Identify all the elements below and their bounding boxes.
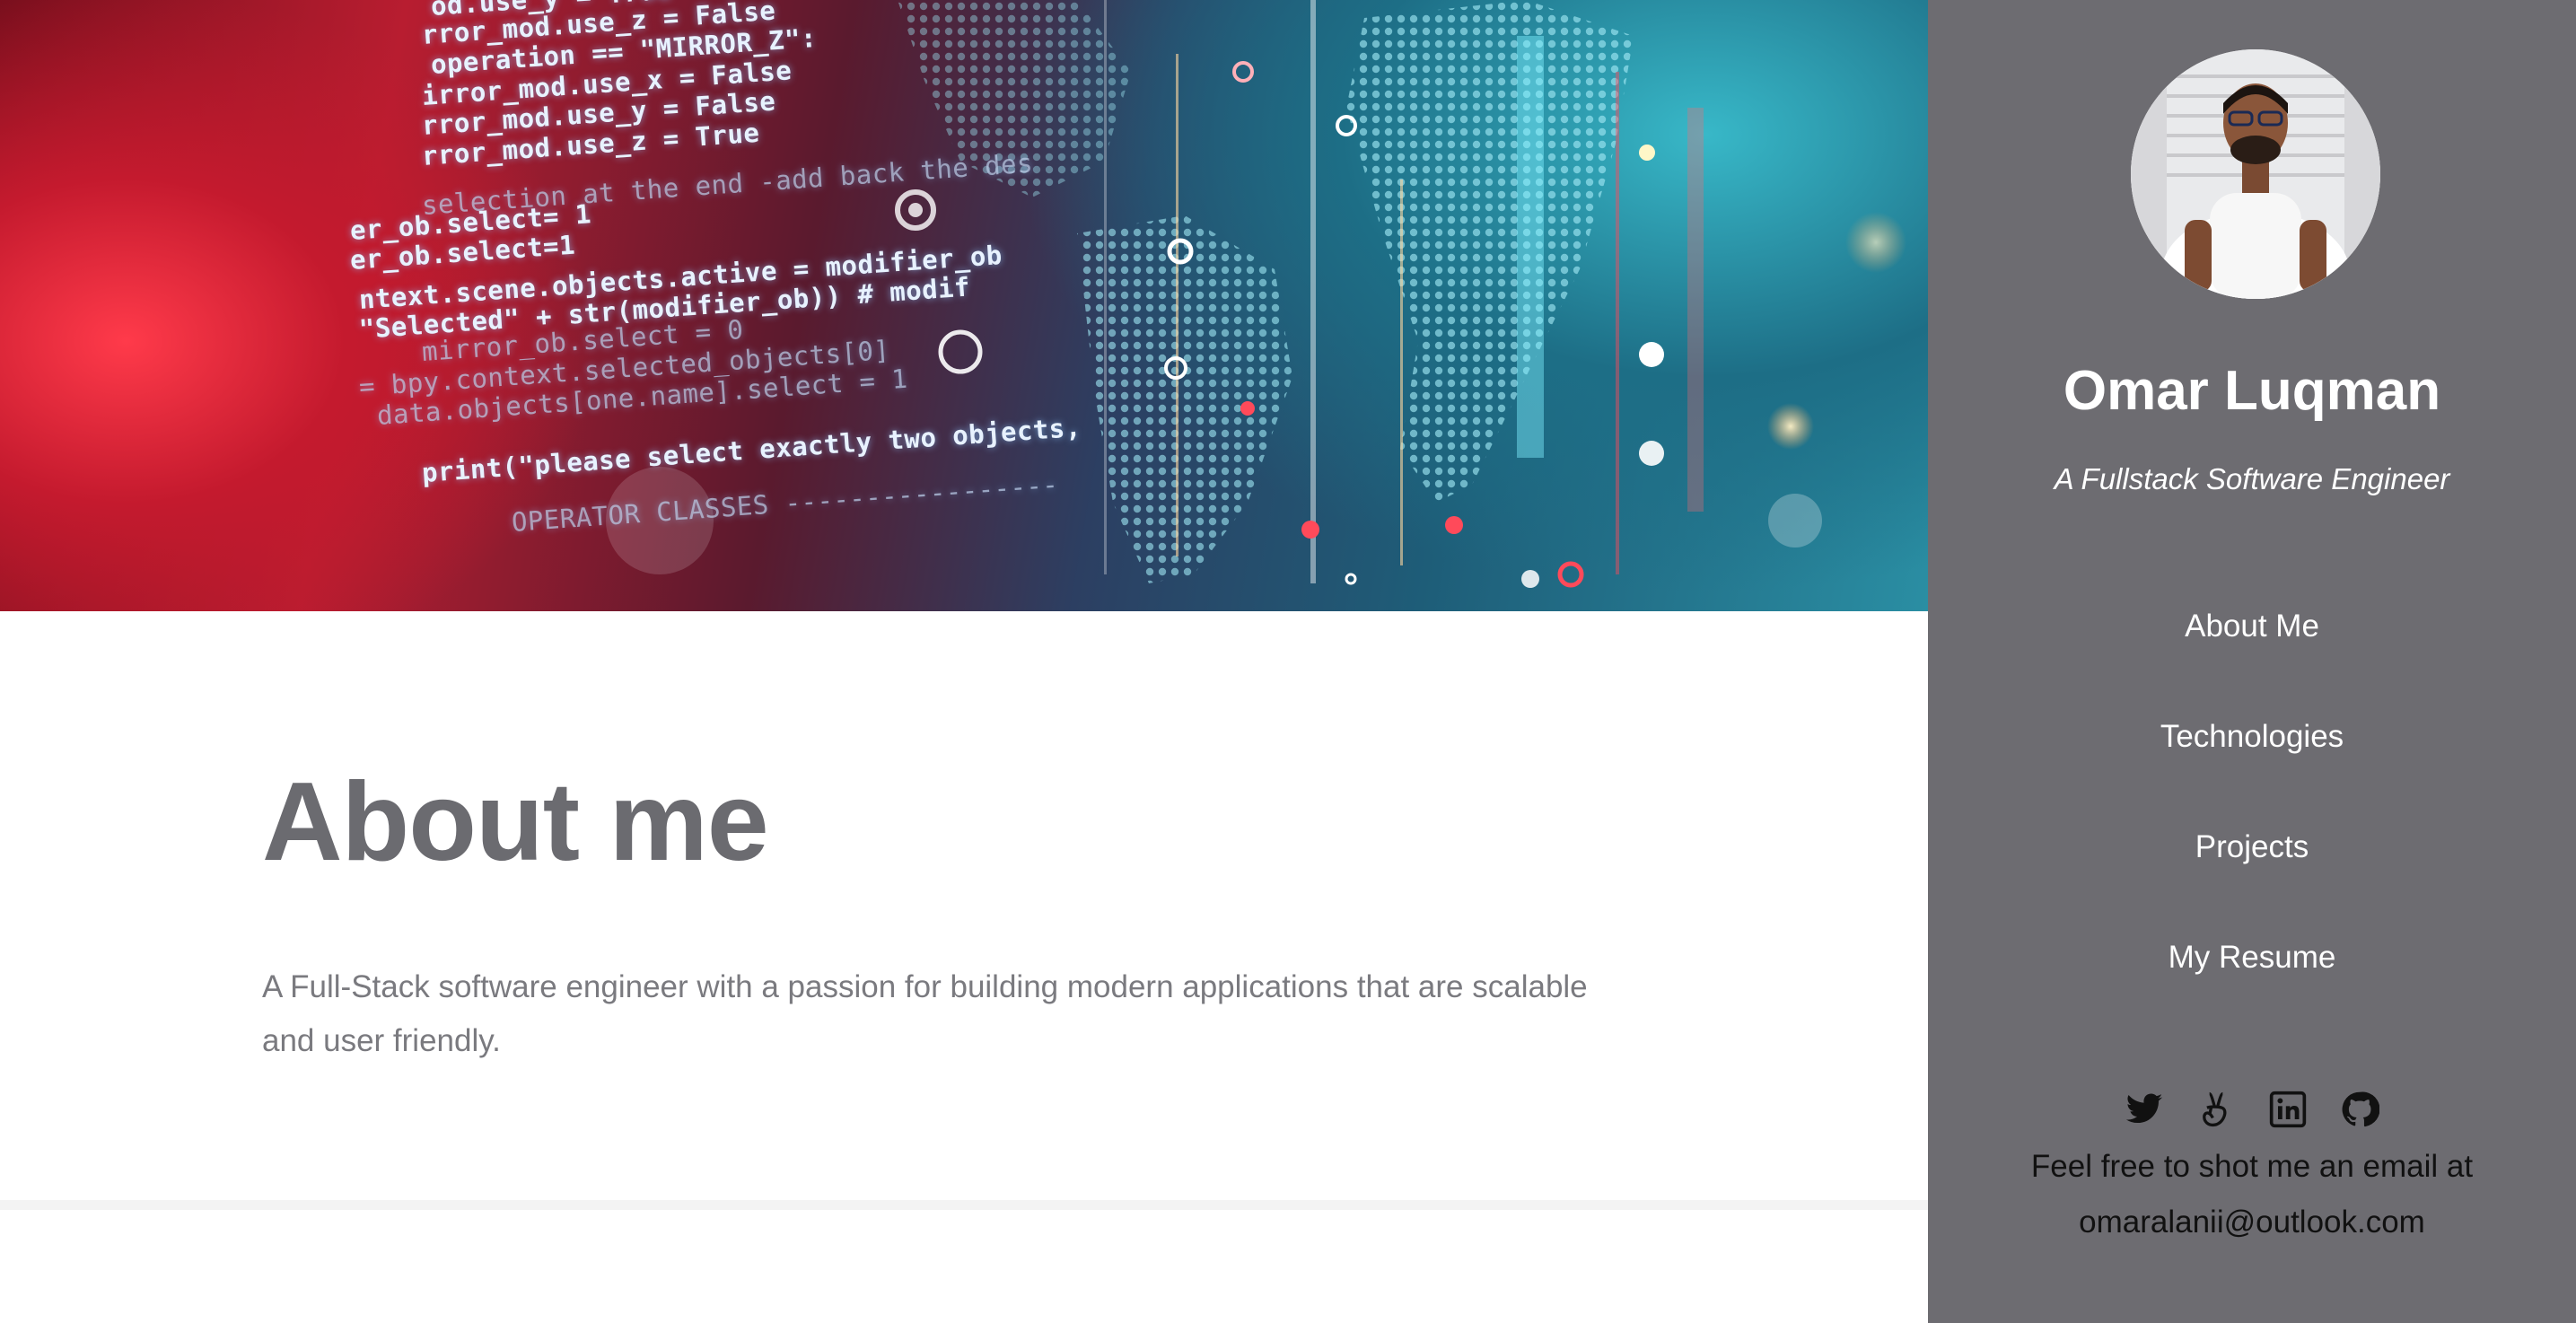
- contact-text: Feel free to shot me an email at: [2030, 1149, 2474, 1184]
- nav-item-my-resume[interactable]: My Resume: [1928, 940, 2576, 976]
- twitter-icon[interactable]: [2125, 1090, 2164, 1129]
- main-content: od.use_y = True rror_mod.use_z = False o…: [0, 0, 1928, 1323]
- hero-banner-image: od.use_y = True rror_mod.use_z = False o…: [0, 0, 1928, 611]
- about-description: A Full-Stack software engineer with a pa…: [262, 969, 1588, 1058]
- profile-tagline: A Fullstack Software Engineer: [2054, 462, 2450, 495]
- sidebar: Omar Luqman A Fullstack Software Enginee…: [1928, 0, 2576, 1323]
- nav-item-about-me[interactable]: About Me: [1928, 609, 2576, 644]
- nav-item-technologies[interactable]: Technologies: [1928, 719, 2576, 755]
- angellist-icon[interactable]: [2196, 1090, 2236, 1129]
- nav-item-projects[interactable]: Projects: [1928, 829, 2576, 865]
- page-title: About me: [262, 760, 769, 884]
- linkedin-icon[interactable]: [2268, 1090, 2308, 1129]
- hero-decoration: [606, 0, 1906, 588]
- avatar: [2131, 49, 2380, 299]
- github-icon[interactable]: [2340, 1090, 2379, 1129]
- section-divider: [0, 1200, 1928, 1210]
- email-link[interactable]: omaralanii@outlook.com: [1928, 1205, 2576, 1240]
- social-links: [1928, 1090, 2576, 1129]
- profile-name: Omar Luqman: [2063, 360, 2441, 422]
- profile-photo: [2131, 49, 2380, 299]
